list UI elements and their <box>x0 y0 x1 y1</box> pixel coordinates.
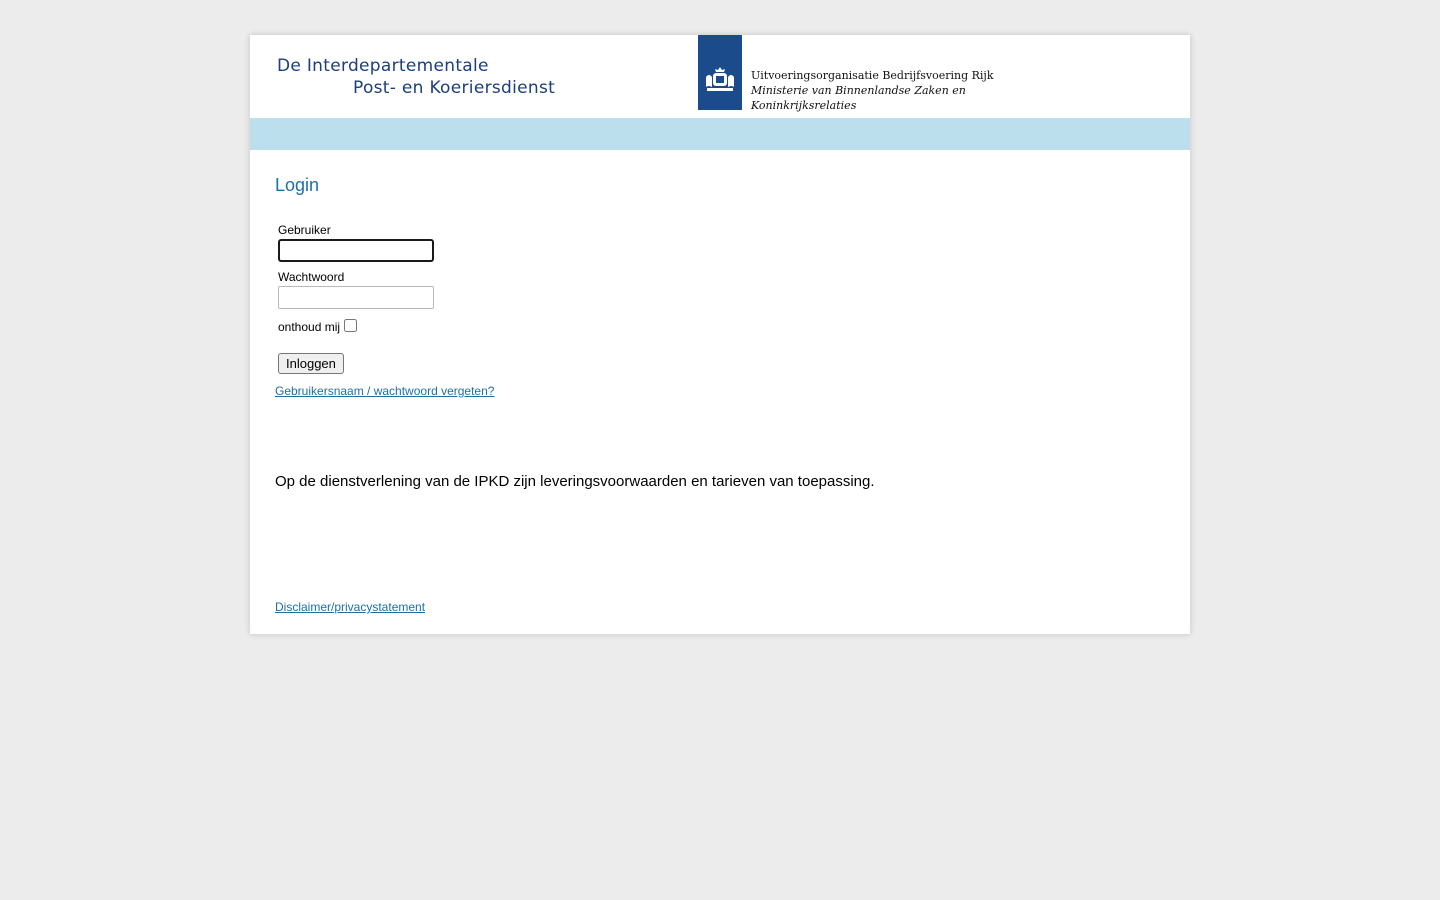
site-title-line1: De Interdepartementale <box>277 56 489 76</box>
organization-text: Uitvoeringsorganisatie Bedrijfsvoering R… <box>751 68 994 113</box>
navigation-bar <box>250 118 1190 150</box>
disclaimer-link[interactable]: Disclaimer/privacystatement <box>275 600 425 614</box>
forgot-credentials-link[interactable]: Gebruikersnaam / wachtwoord vergeten? <box>275 384 494 398</box>
page-title: Login <box>275 175 320 195</box>
login-button[interactable]: Inloggen <box>278 353 344 374</box>
login-form: Gebruiker Wachtwoord onthoud mij Inlogge… <box>278 223 434 374</box>
password-input[interactable] <box>278 286 434 309</box>
coat-of-arms-icon <box>698 35 742 110</box>
terms-text: Op de dienstverlening van de IPKD zijn l… <box>275 473 875 490</box>
remember-row: onthoud mij <box>278 318 434 335</box>
site-title-line2: Post- en Koeriersdienst <box>353 78 556 98</box>
org-name: Uitvoeringsorganisatie Bedrijfsvoering R… <box>751 69 994 82</box>
site-title: De Interdepartementale Post- en Koeriers… <box>277 55 555 99</box>
header: De Interdepartementale Post- en Koeriers… <box>250 35 1190 118</box>
ministry-line2: Koninkrijksrelaties <box>751 99 857 112</box>
ministry-line1: Ministerie van Binnenlandse Zaken en <box>751 84 966 97</box>
remember-label: onthoud mij <box>278 320 341 334</box>
remember-checkbox[interactable] <box>344 318 358 332</box>
user-input[interactable] <box>278 239 434 262</box>
user-label: Gebruiker <box>278 223 331 237</box>
page-container: De Interdepartementale Post- en Koeriers… <box>250 35 1190 634</box>
password-label: Wachtwoord <box>278 270 345 284</box>
